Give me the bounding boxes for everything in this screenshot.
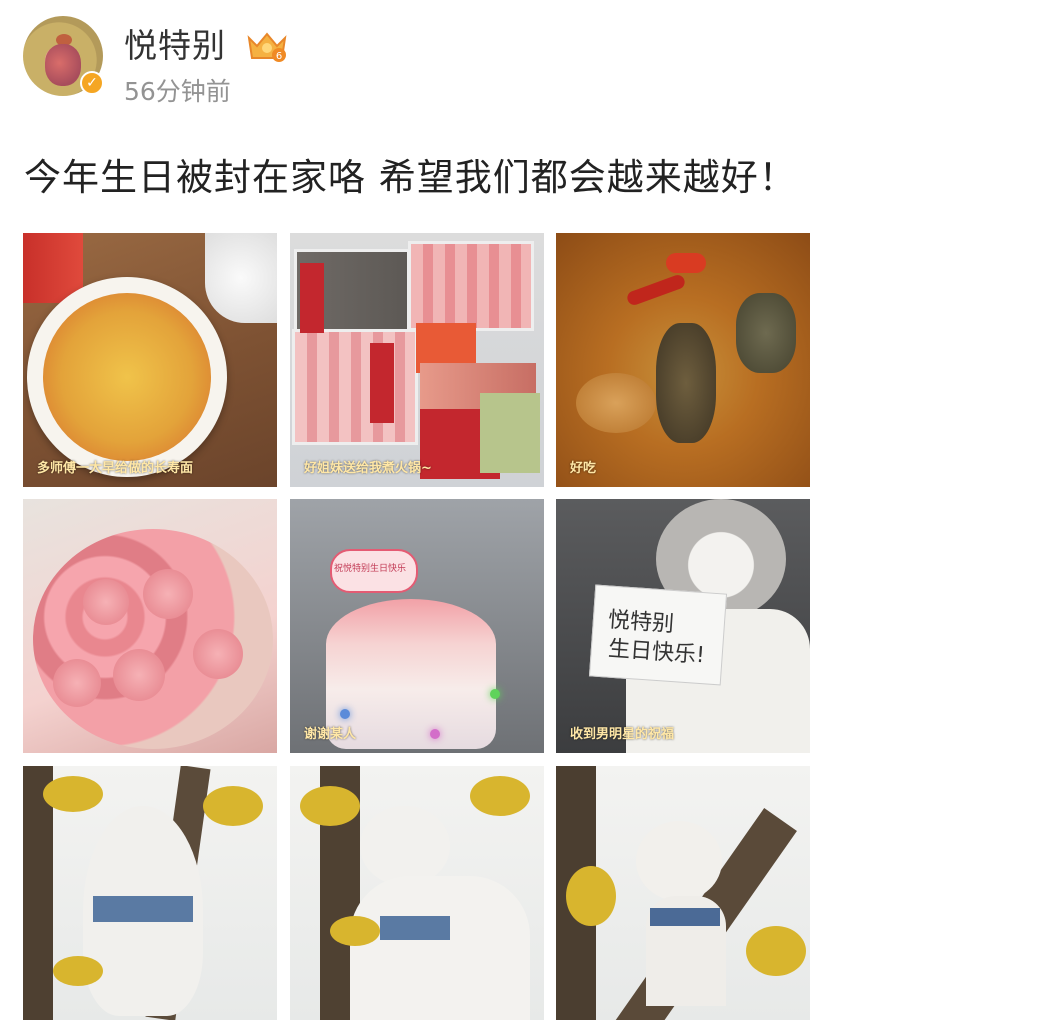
broth-bubble — [576, 373, 656, 433]
post-text: 今年生日被封在家咯 希望我们都会越来越好！ — [24, 156, 797, 199]
cake-topper-text: 祝悦特别生日快乐 — [334, 564, 407, 574]
ginkgo-leaves — [300, 786, 360, 826]
ginkgo-leaves — [330, 916, 380, 946]
ginkgo-leaves — [43, 776, 103, 812]
cat-body — [350, 876, 530, 1020]
cat-head — [636, 821, 722, 901]
photo-5-cake[interactable]: 祝悦特别生日快乐 谢谢某人 — [290, 499, 544, 753]
photo-9-cat-branches[interactable] — [556, 766, 810, 1020]
avatar-art-mouth — [45, 44, 81, 86]
ginkgo-leaves — [566, 866, 616, 926]
rose — [143, 569, 193, 619]
cat-harness — [380, 916, 450, 940]
weibo-post: ✓ 悦特别 6 56分钟前 今年生日被封在家咯 希望我们都会越来越好！ 多师傅一… — [0, 0, 1044, 1034]
label-tag — [300, 263, 324, 333]
ginkgo-leaves — [746, 926, 806, 976]
photo-7-cat-tree[interactable] — [23, 766, 277, 1020]
cat-harness — [650, 908, 720, 926]
meat-tray-2 — [408, 241, 534, 331]
ginkgo-leaves — [53, 956, 103, 986]
photo-4-roses[interactable] — [23, 499, 277, 753]
verified-badge-icon: ✓ — [80, 71, 104, 95]
konjac-pack — [480, 393, 540, 473]
cat-paw — [205, 233, 277, 323]
username[interactable]: 悦特别 — [124, 24, 226, 68]
svg-text:6: 6 — [276, 51, 282, 62]
label-tag — [370, 343, 394, 423]
fairy-light — [490, 689, 500, 699]
photo-3-caption: 好吃 — [570, 461, 597, 476]
cat-harness — [93, 896, 193, 922]
rose — [83, 579, 129, 625]
photo-6-cat-card[interactable]: 悦特别 生日快乐! 收到男明星的祝福 — [556, 499, 810, 753]
photo-8-cat-tree[interactable] — [290, 766, 544, 1020]
rose — [113, 649, 165, 701]
cat-head — [360, 806, 450, 886]
photo-grid: 多师傅一大早给做的长寿面 好姐妹送给我煮火锅~ 好吃 祝悦特别生日快乐 谢谢某人… — [23, 233, 810, 1020]
card-text-line1: 悦特别 — [607, 607, 675, 638]
photo-5-caption: 谢谢某人 — [304, 727, 357, 742]
photo-3-hotpot[interactable]: 好吃 — [556, 233, 810, 487]
rose — [53, 659, 101, 707]
post-timestamp[interactable]: 56分钟前 — [124, 75, 231, 109]
chili — [666, 253, 706, 273]
photo-2-caption: 好姐妹送给我煮火锅~ — [304, 461, 432, 476]
photo-2-hotpot-ingredients[interactable]: 好姐妹送给我煮火锅~ — [290, 233, 544, 487]
photo-6-caption: 收到男明星的祝福 — [570, 727, 675, 742]
crown-badge-icon[interactable]: 6 — [245, 28, 289, 64]
ginkgo-leaves — [470, 776, 530, 816]
rose — [193, 629, 243, 679]
oyster — [736, 293, 796, 373]
fairy-light — [430, 729, 440, 739]
chili — [625, 273, 687, 307]
fairy-light — [340, 709, 350, 719]
ginkgo-leaves — [203, 786, 263, 826]
noodles — [43, 293, 211, 461]
photo-1-noodles[interactable]: 多师傅一大早给做的长寿面 — [23, 233, 277, 487]
oyster — [656, 323, 716, 443]
photo-1-caption: 多师傅一大早给做的长寿面 — [37, 461, 194, 476]
meat-tray-3 — [292, 329, 418, 445]
